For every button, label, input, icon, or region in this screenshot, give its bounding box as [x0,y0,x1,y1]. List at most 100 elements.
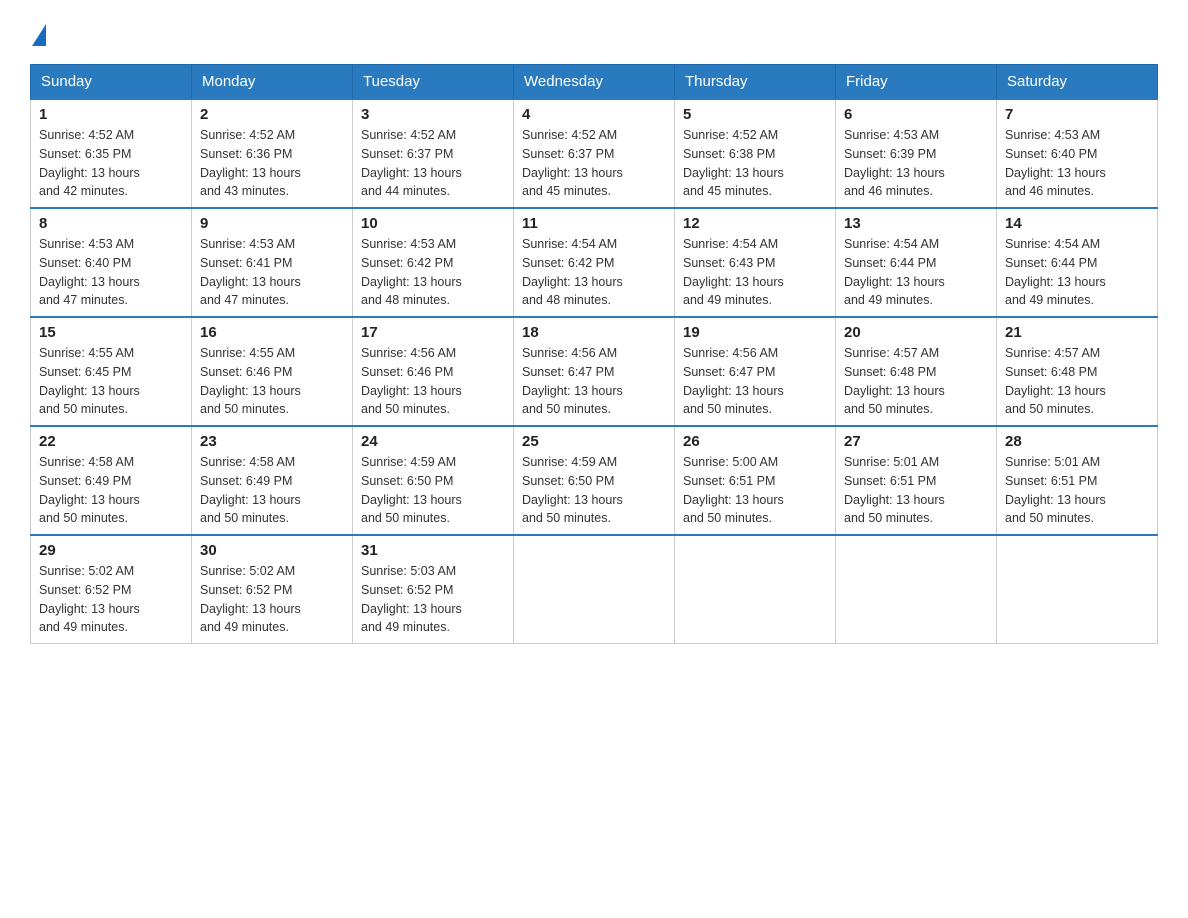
calendar-cell: 23 Sunrise: 4:58 AMSunset: 6:49 PMDayligh… [192,426,353,535]
calendar-cell: 18 Sunrise: 4:56 AMSunset: 6:47 PMDayligh… [514,317,675,426]
day-info: Sunrise: 4:57 AMSunset: 6:48 PMDaylight:… [1005,344,1149,419]
calendar-cell: 3 Sunrise: 4:52 AMSunset: 6:37 PMDaylight… [353,99,514,208]
calendar-cell: 19 Sunrise: 4:56 AMSunset: 6:47 PMDayligh… [675,317,836,426]
day-info: Sunrise: 4:53 AMSunset: 6:42 PMDaylight:… [361,235,505,310]
calendar-cell: 24 Sunrise: 4:59 AMSunset: 6:50 PMDayligh… [353,426,514,535]
calendar-cell: 26 Sunrise: 5:00 AMSunset: 6:51 PMDayligh… [675,426,836,535]
calendar-cell: 5 Sunrise: 4:52 AMSunset: 6:38 PMDaylight… [675,99,836,208]
day-number: 18 [522,324,666,341]
logo-triangle-icon [32,24,46,46]
calendar-cell: 25 Sunrise: 4:59 AMSunset: 6:50 PMDayligh… [514,426,675,535]
calendar-cell: 13Sunrise: 4:54 AMSunset: 6:44 PMDayligh… [836,208,997,317]
week-row-3: 15 Sunrise: 4:55 AMSunset: 6:45 PMDayligh… [31,317,1158,426]
day-number: 3 [361,106,505,123]
week-row-5: 29Sunrise: 5:02 AMSunset: 6:52 PMDayligh… [31,535,1158,644]
day-info: Sunrise: 4:53 AMSunset: 6:40 PMDaylight:… [1005,126,1149,201]
day-number: 24 [361,433,505,450]
calendar-cell: 12Sunrise: 4:54 AMSunset: 6:43 PMDayligh… [675,208,836,317]
calendar-cell [997,535,1158,644]
calendar-cell: 17 Sunrise: 4:56 AMSunset: 6:46 PMDayligh… [353,317,514,426]
calendar-cell: 7 Sunrise: 4:53 AMSunset: 6:40 PMDaylight… [997,99,1158,208]
day-number: 2 [200,106,344,123]
day-info: Sunrise: 4:56 AMSunset: 6:47 PMDaylight:… [522,344,666,419]
calendar-cell: 31 Sunrise: 5:03 AMSunset: 6:52 PMDayligh… [353,535,514,644]
day-info: Sunrise: 4:53 AMSunset: 6:40 PMDaylight:… [39,235,183,310]
calendar-cell: 2 Sunrise: 4:52 AMSunset: 6:36 PMDaylight… [192,99,353,208]
calendar-cell: 28 Sunrise: 5:01 AMSunset: 6:51 PMDayligh… [997,426,1158,535]
day-info: Sunrise: 4:56 AMSunset: 6:47 PMDaylight:… [683,344,827,419]
day-info: Sunrise: 4:52 AMSunset: 6:37 PMDaylight:… [522,126,666,201]
day-number: 4 [522,106,666,123]
calendar-cell: 4 Sunrise: 4:52 AMSunset: 6:37 PMDaylight… [514,99,675,208]
day-number: 22 [39,433,183,450]
calendar-cell: 9 Sunrise: 4:53 AMSunset: 6:41 PMDaylight… [192,208,353,317]
day-info: Sunrise: 4:57 AMSunset: 6:48 PMDaylight:… [844,344,988,419]
weekday-header-sunday: Sunday [31,65,192,100]
day-number: 25 [522,433,666,450]
day-info: Sunrise: 5:00 AMSunset: 6:51 PMDaylight:… [683,453,827,528]
day-number: 8 [39,215,183,232]
calendar-cell: 27 Sunrise: 5:01 AMSunset: 6:51 PMDayligh… [836,426,997,535]
calendar-cell: 6 Sunrise: 4:53 AMSunset: 6:39 PMDaylight… [836,99,997,208]
day-number: 29 [39,542,183,559]
day-number: 21 [1005,324,1149,341]
day-info: Sunrise: 4:55 AMSunset: 6:45 PMDaylight:… [39,344,183,419]
calendar-table: SundayMondayTuesdayWednesdayThursdayFrid… [30,64,1158,644]
calendar-cell: 8 Sunrise: 4:53 AMSunset: 6:40 PMDaylight… [31,208,192,317]
day-info: Sunrise: 5:03 AMSunset: 6:52 PMDaylight:… [361,562,505,637]
day-number: 13 [844,215,988,232]
day-number: 27 [844,433,988,450]
day-number: 6 [844,106,988,123]
calendar-cell: 11Sunrise: 4:54 AMSunset: 6:42 PMDayligh… [514,208,675,317]
week-row-2: 8 Sunrise: 4:53 AMSunset: 6:40 PMDaylight… [31,208,1158,317]
day-number: 31 [361,542,505,559]
calendar-cell [514,535,675,644]
day-info: Sunrise: 4:58 AMSunset: 6:49 PMDaylight:… [39,453,183,528]
week-row-1: 1Sunrise: 4:52 AMSunset: 6:35 PMDaylight… [31,99,1158,208]
day-info: Sunrise: 4:59 AMSunset: 6:50 PMDaylight:… [361,453,505,528]
day-number: 16 [200,324,344,341]
calendar-cell: 20Sunrise: 4:57 AMSunset: 6:48 PMDayligh… [836,317,997,426]
weekday-header-friday: Friday [836,65,997,100]
day-number: 28 [1005,433,1149,450]
day-info: Sunrise: 4:52 AMSunset: 6:38 PMDaylight:… [683,126,827,201]
weekday-header-wednesday: Wednesday [514,65,675,100]
weekday-header-tuesday: Tuesday [353,65,514,100]
day-number: 14 [1005,215,1149,232]
day-info: Sunrise: 5:01 AMSunset: 6:51 PMDaylight:… [844,453,988,528]
day-number: 10 [361,215,505,232]
weekday-header-monday: Monday [192,65,353,100]
calendar-cell: 16 Sunrise: 4:55 AMSunset: 6:46 PMDayligh… [192,317,353,426]
day-number: 12 [683,215,827,232]
day-info: Sunrise: 4:59 AMSunset: 6:50 PMDaylight:… [522,453,666,528]
day-number: 5 [683,106,827,123]
day-info: Sunrise: 4:53 AMSunset: 6:39 PMDaylight:… [844,126,988,201]
calendar-cell: 1Sunrise: 4:52 AMSunset: 6:35 PMDaylight… [31,99,192,208]
calendar-cell [675,535,836,644]
weekday-header-saturday: Saturday [997,65,1158,100]
day-number: 9 [200,215,344,232]
day-number: 26 [683,433,827,450]
weekday-header-row: SundayMondayTuesdayWednesdayThursdayFrid… [31,65,1158,100]
page-header [30,20,1158,46]
day-info: Sunrise: 4:53 AMSunset: 6:41 PMDaylight:… [200,235,344,310]
calendar-cell: 15 Sunrise: 4:55 AMSunset: 6:45 PMDayligh… [31,317,192,426]
day-info: Sunrise: 4:52 AMSunset: 6:37 PMDaylight:… [361,126,505,201]
day-info: Sunrise: 4:56 AMSunset: 6:46 PMDaylight:… [361,344,505,419]
day-number: 23 [200,433,344,450]
day-info: Sunrise: 4:54 AMSunset: 6:44 PMDaylight:… [1005,235,1149,310]
calendar-cell: 22 Sunrise: 4:58 AMSunset: 6:49 PMDayligh… [31,426,192,535]
calendar-cell: 14 Sunrise: 4:54 AMSunset: 6:44 PMDayligh… [997,208,1158,317]
day-number: 19 [683,324,827,341]
calendar-cell: 10 Sunrise: 4:53 AMSunset: 6:42 PMDayligh… [353,208,514,317]
weekday-header-thursday: Thursday [675,65,836,100]
day-number: 7 [1005,106,1149,123]
day-number: 15 [39,324,183,341]
day-info: Sunrise: 4:54 AMSunset: 6:42 PMDaylight:… [522,235,666,310]
day-info: Sunrise: 5:01 AMSunset: 6:51 PMDaylight:… [1005,453,1149,528]
day-info: Sunrise: 4:58 AMSunset: 6:49 PMDaylight:… [200,453,344,528]
day-info: Sunrise: 4:55 AMSunset: 6:46 PMDaylight:… [200,344,344,419]
day-info: Sunrise: 4:52 AMSunset: 6:36 PMDaylight:… [200,126,344,201]
day-number: 17 [361,324,505,341]
calendar-cell: 29Sunrise: 5:02 AMSunset: 6:52 PMDayligh… [31,535,192,644]
